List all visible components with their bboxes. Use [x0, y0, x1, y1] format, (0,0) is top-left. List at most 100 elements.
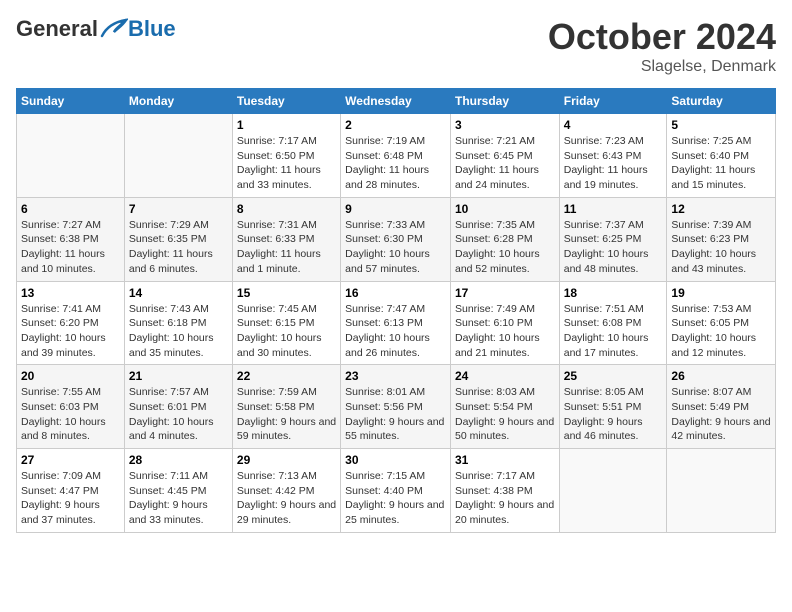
day-info: Sunrise: 7:35 AMSunset: 6:28 PMDaylight:…: [455, 218, 555, 277]
day-info: Sunrise: 7:39 AMSunset: 6:23 PMDaylight:…: [671, 218, 771, 277]
day-number: 2: [345, 118, 446, 132]
calendar-cell: 21 Sunrise: 7:57 AMSunset: 6:01 PMDayligh…: [124, 365, 232, 449]
calendar-week-row: 27Sunrise: 7:09 AMSunset: 4:47 PMDayligh…: [17, 449, 776, 533]
calendar-cell: 16 Sunrise: 7:47 AMSunset: 6:13 PMDayligh…: [341, 281, 451, 365]
calendar-cell: 29 Sunrise: 7:13 AMSunset: 4:42 PMDayligh…: [232, 449, 340, 533]
title-block: October 2024 Slagelse, Denmark: [548, 16, 776, 76]
day-number: 26: [671, 369, 771, 383]
weekday-header: Wednesday: [341, 89, 451, 114]
day-number: 17: [455, 286, 555, 300]
day-number: 29: [237, 453, 336, 467]
calendar-week-row: 6Sunrise: 7:27 AMSunset: 6:38 PMDaylight…: [17, 197, 776, 281]
calendar-cell: [17, 114, 125, 198]
calendar-cell: 15 Sunrise: 7:45 AMSunset: 6:15 PMDayligh…: [232, 281, 340, 365]
calendar-cell: 20 Sunrise: 7:55 AMSunset: 6:03 PMDayligh…: [17, 365, 125, 449]
day-number: 21: [129, 369, 228, 383]
day-info: Sunrise: 7:55 AMSunset: 6:03 PMDaylight:…: [21, 385, 120, 444]
day-info: Sunrise: 7:59 AMSunset: 5:58 PMDaylight:…: [237, 385, 336, 444]
calendar-cell: 8 Sunrise: 7:31 AMSunset: 6:33 PMDaylight…: [232, 197, 340, 281]
day-number: 23: [345, 369, 446, 383]
day-info: Sunrise: 7:13 AMSunset: 4:42 PMDaylight:…: [237, 469, 336, 528]
calendar-cell: 19Sunrise: 7:53 AMSunset: 6:05 PMDayligh…: [667, 281, 776, 365]
day-info: Sunrise: 7:31 AMSunset: 6:33 PMDaylight:…: [237, 218, 336, 277]
calendar-week-row: 13 Sunrise: 7:41 AMSunset: 6:20 PMDayligh…: [17, 281, 776, 365]
calendar-cell: [124, 114, 232, 198]
calendar-cell: 11Sunrise: 7:37 AMSunset: 6:25 PMDayligh…: [559, 197, 667, 281]
day-info: Sunrise: 7:19 AMSunset: 6:48 PMDaylight:…: [345, 134, 446, 193]
day-number: 27: [21, 453, 120, 467]
calendar-cell: 18Sunrise: 7:51 AMSunset: 6:08 PMDayligh…: [559, 281, 667, 365]
day-number: 1: [237, 118, 336, 132]
calendar-cell: 6Sunrise: 7:27 AMSunset: 6:38 PMDaylight…: [17, 197, 125, 281]
day-number: 10: [455, 202, 555, 216]
calendar-cell: 26 Sunrise: 8:07 AMSunset: 5:49 PMDayligh…: [667, 365, 776, 449]
calendar-week-row: 1Sunrise: 7:17 AMSunset: 6:50 PMDaylight…: [17, 114, 776, 198]
day-number: 16: [345, 286, 446, 300]
calendar-cell: 3Sunrise: 7:21 AMSunset: 6:45 PMDaylight…: [450, 114, 559, 198]
weekday-header: Saturday: [667, 89, 776, 114]
day-number: 14: [129, 286, 228, 300]
day-number: 9: [345, 202, 446, 216]
calendar-cell: 28Sunrise: 7:11 AMSunset: 4:45 PMDayligh…: [124, 449, 232, 533]
calendar-cell: 24Sunrise: 8:03 AMSunset: 5:54 PMDayligh…: [450, 365, 559, 449]
calendar-cell: 30 Sunrise: 7:15 AMSunset: 4:40 PMDayligh…: [341, 449, 451, 533]
day-number: 8: [237, 202, 336, 216]
calendar-header-row: SundayMondayTuesdayWednesdayThursdayFrid…: [17, 89, 776, 114]
day-info: Sunrise: 7:51 AMSunset: 6:08 PMDaylight:…: [564, 302, 663, 361]
day-info: Sunrise: 8:03 AMSunset: 5:54 PMDaylight:…: [455, 385, 555, 444]
day-number: 25: [564, 369, 663, 383]
weekday-header: Thursday: [450, 89, 559, 114]
weekday-header: Sunday: [17, 89, 125, 114]
calendar-cell: 22 Sunrise: 7:59 AMSunset: 5:58 PMDayligh…: [232, 365, 340, 449]
day-number: 22: [237, 369, 336, 383]
day-info: Sunrise: 7:33 AMSunset: 6:30 PMDaylight:…: [345, 218, 446, 277]
calendar-cell: [667, 449, 776, 533]
day-info: Sunrise: 7:27 AMSunset: 6:38 PMDaylight:…: [21, 218, 120, 277]
day-info: Sunrise: 7:37 AMSunset: 6:25 PMDaylight:…: [564, 218, 663, 277]
day-info: Sunrise: 8:05 AMSunset: 5:51 PMDaylight:…: [564, 385, 663, 444]
day-number: 31: [455, 453, 555, 467]
day-info: Sunrise: 7:43 AMSunset: 6:18 PMDaylight:…: [129, 302, 228, 361]
calendar-cell: 14 Sunrise: 7:43 AMSunset: 6:18 PMDayligh…: [124, 281, 232, 365]
day-info: Sunrise: 7:17 AMSunset: 4:38 PMDaylight:…: [455, 469, 555, 528]
page-header: General Blue October 2024 Slagelse, Denm…: [16, 16, 776, 76]
day-info: Sunrise: 7:41 AMSunset: 6:20 PMDaylight:…: [21, 302, 120, 361]
weekday-header: Friday: [559, 89, 667, 114]
day-number: 12: [671, 202, 771, 216]
calendar-cell: 13 Sunrise: 7:41 AMSunset: 6:20 PMDayligh…: [17, 281, 125, 365]
calendar-cell: 10 Sunrise: 7:35 AMSunset: 6:28 PMDayligh…: [450, 197, 559, 281]
day-number: 3: [455, 118, 555, 132]
day-number: 7: [129, 202, 228, 216]
day-number: 15: [237, 286, 336, 300]
calendar-week-row: 20 Sunrise: 7:55 AMSunset: 6:03 PMDayligh…: [17, 365, 776, 449]
calendar-cell: 1Sunrise: 7:17 AMSunset: 6:50 PMDaylight…: [232, 114, 340, 198]
day-number: 13: [21, 286, 120, 300]
logo-bird-icon: [100, 18, 128, 40]
calendar-cell: [559, 449, 667, 533]
day-info: Sunrise: 7:57 AMSunset: 6:01 PMDaylight:…: [129, 385, 228, 444]
month-title: October 2024: [548, 16, 776, 58]
weekday-header: Monday: [124, 89, 232, 114]
calendar-cell: 9 Sunrise: 7:33 AMSunset: 6:30 PMDaylight…: [341, 197, 451, 281]
logo-blue-text: Blue: [128, 16, 176, 42]
day-info: Sunrise: 7:23 AMSunset: 6:43 PMDaylight:…: [564, 134, 663, 193]
day-info: Sunrise: 7:45 AMSunset: 6:15 PMDaylight:…: [237, 302, 336, 361]
logo: General Blue: [16, 16, 176, 42]
day-info: Sunrise: 7:53 AMSunset: 6:05 PMDaylight:…: [671, 302, 771, 361]
day-info: Sunrise: 7:25 AMSunset: 6:40 PMDaylight:…: [671, 134, 771, 193]
calendar-cell: 31 Sunrise: 7:17 AMSunset: 4:38 PMDayligh…: [450, 449, 559, 533]
day-info: Sunrise: 7:15 AMSunset: 4:40 PMDaylight:…: [345, 469, 446, 528]
day-number: 5: [671, 118, 771, 132]
day-number: 4: [564, 118, 663, 132]
weekday-header: Tuesday: [232, 89, 340, 114]
day-info: Sunrise: 7:47 AMSunset: 6:13 PMDaylight:…: [345, 302, 446, 361]
calendar-cell: 12 Sunrise: 7:39 AMSunset: 6:23 PMDayligh…: [667, 197, 776, 281]
calendar-cell: 5 Sunrise: 7:25 AMSunset: 6:40 PMDaylight…: [667, 114, 776, 198]
calendar-cell: 27Sunrise: 7:09 AMSunset: 4:47 PMDayligh…: [17, 449, 125, 533]
day-number: 30: [345, 453, 446, 467]
day-info: Sunrise: 7:11 AMSunset: 4:45 PMDaylight:…: [129, 469, 228, 528]
day-info: Sunrise: 8:07 AMSunset: 5:49 PMDaylight:…: [671, 385, 771, 444]
day-number: 20: [21, 369, 120, 383]
calendar-cell: 25 Sunrise: 8:05 AMSunset: 5:51 PMDayligh…: [559, 365, 667, 449]
calendar-table: SundayMondayTuesdayWednesdayThursdayFrid…: [16, 88, 776, 533]
